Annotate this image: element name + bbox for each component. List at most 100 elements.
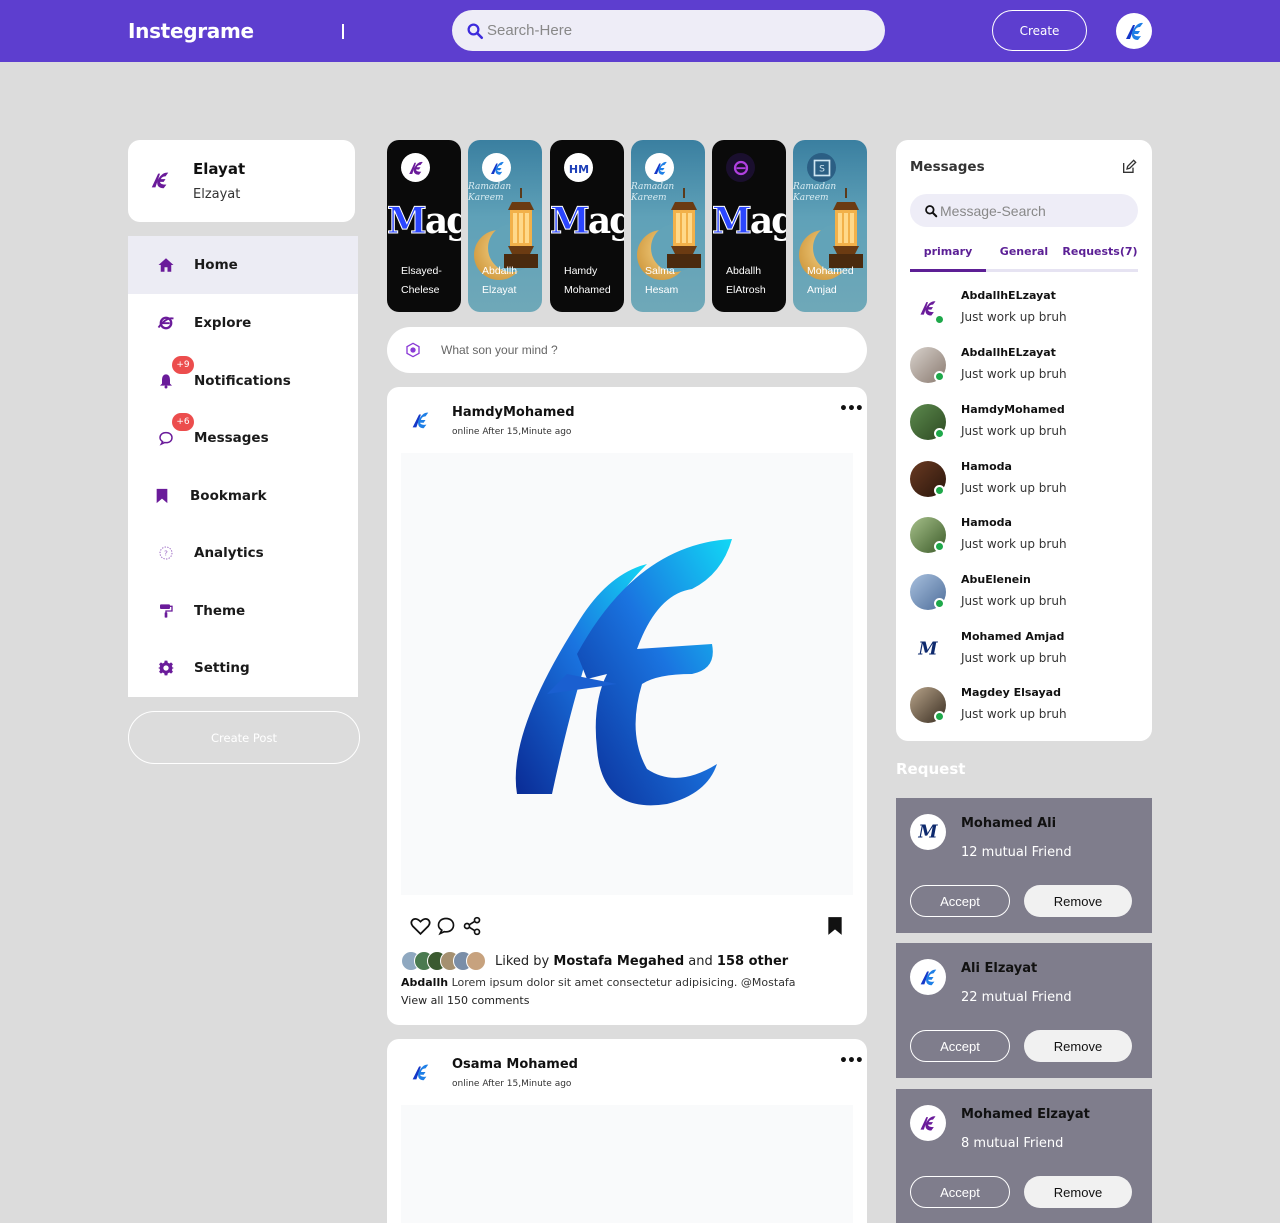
post-author-name[interactable]: HamdyMohamed — [452, 405, 575, 420]
svg-text:M: M — [917, 639, 938, 659]
sidebar-item-notifications[interactable]: Notifications +9 — [128, 352, 358, 410]
message-item[interactable]: Hamoda Just work up bruh — [910, 511, 1138, 561]
tab-requests[interactable]: Requests(7) — [1062, 240, 1138, 269]
create-post-button[interactable]: Create Post — [128, 711, 360, 764]
message-item[interactable]: Magdey Elsayad Just work up bruh — [910, 681, 1138, 731]
top-navbar: Instegrame Create — [0, 0, 1280, 62]
remove-button[interactable]: Remove — [1024, 1176, 1132, 1208]
post-author-avatar[interactable] — [405, 1057, 435, 1087]
friend-request-card: Mohamed Elzayat 8 mutual Friend Accept R… — [896, 1089, 1152, 1223]
friend-request-card: Ali Elzayat 22 mutual Friend Accept Remo… — [896, 943, 1152, 1078]
message-sender: Hamoda — [961, 516, 1012, 529]
profile-handle: Elzayat — [193, 187, 241, 202]
view-comments-link[interactable]: View all 150 comments — [401, 994, 529, 1007]
story-card[interactable]: S Ramadan Kareem Mohamed Amjad — [793, 140, 867, 312]
sidebar-item-analytics[interactable]: ? Analytics — [128, 524, 358, 582]
sidebar-item-label: Bookmark — [190, 488, 267, 504]
ae-logo-icon — [653, 161, 667, 175]
sidebar-item-setting[interactable]: Setting — [128, 639, 358, 697]
online-indicator — [934, 428, 945, 439]
more-options-icon[interactable]: ••• — [839, 401, 864, 417]
story-magic-art: Magic — [550, 200, 624, 243]
post-image[interactable] — [401, 1105, 853, 1223]
search-input[interactable] — [487, 22, 867, 39]
sidebar-item-messages[interactable]: Messages +6 — [128, 409, 358, 467]
request-mutual: 12 mutual Friend — [961, 845, 1072, 860]
story-card[interactable]: Ramadan Kareem Abdallh Elzayat — [468, 140, 542, 312]
app-logo[interactable]: Instegrame — [128, 19, 254, 43]
bookmark-icon[interactable] — [827, 916, 843, 940]
liked-by-text: Liked by Mostafa Megahed and 158 other — [495, 953, 789, 969]
story-name: Elsayed- Chelese — [401, 265, 442, 296]
share-icon[interactable] — [461, 915, 483, 937]
svg-text:?: ? — [164, 549, 168, 558]
search-bar[interactable] — [452, 10, 885, 51]
story-avatar — [645, 153, 674, 182]
composer-input[interactable] — [441, 343, 821, 357]
remove-button[interactable]: Remove — [1024, 1030, 1132, 1062]
sidebar-item-bookmark[interactable]: Bookmark — [128, 467, 358, 525]
ae-logo-icon — [412, 1064, 429, 1081]
message-item[interactable]: AbdallhELzayat Just work up bruh — [910, 341, 1138, 391]
message-item[interactable]: M Mohamed Amjad Just work up bruh — [910, 625, 1138, 675]
post-author-avatar[interactable] — [405, 405, 435, 435]
message-item[interactable]: Hamoda Just work up bruh — [910, 455, 1138, 505]
ae-logo-icon — [151, 172, 169, 189]
message-search-bar[interactable] — [910, 194, 1138, 227]
lantern-image — [667, 188, 701, 268]
liked-by-row: Liked by Mostafa Megahed and 158 other — [401, 951, 788, 971]
accept-button[interactable]: Accept — [910, 1176, 1010, 1208]
request-title: Request — [896, 760, 966, 778]
ae-logo-icon — [920, 969, 937, 986]
messages-badge: +6 — [172, 413, 194, 431]
bell-icon — [156, 371, 176, 391]
message-sender: Mohamed Amjad — [961, 630, 1065, 643]
sidebar-item-explore[interactable]: Explore — [128, 294, 358, 352]
story-avatar — [482, 153, 511, 182]
story-card[interactable]: HM Magic HamdyMohamed — [550, 140, 624, 312]
message-item[interactable]: AbdallhELzayat Just work up bruh — [910, 284, 1138, 334]
message-search-input[interactable] — [940, 202, 1130, 219]
message-sender: Magdey Elsayad — [961, 686, 1061, 699]
accept-button[interactable]: Accept — [910, 885, 1010, 917]
tab-general[interactable]: General — [986, 240, 1062, 269]
story-name: Salma Hesam — [645, 265, 679, 296]
heart-icon[interactable] — [409, 915, 431, 937]
user-avatar[interactable] — [1116, 13, 1152, 49]
ae-logo-icon — [408, 161, 423, 175]
accept-button[interactable]: Accept — [910, 1030, 1010, 1062]
edit-icon[interactable] — [1121, 159, 1137, 179]
message-item[interactable]: AbuElenein Just work up bruh — [910, 568, 1138, 618]
ae-logo-icon — [490, 161, 504, 175]
search-icon — [925, 204, 938, 217]
story-avatar — [726, 153, 755, 182]
message-avatar: M — [910, 631, 946, 667]
create-button[interactable]: Create — [992, 10, 1087, 51]
sidebar-item-label: Home — [194, 257, 238, 273]
story-avatar — [401, 153, 430, 182]
post-time: online After 15,Minute ago — [452, 1079, 572, 1089]
online-indicator — [934, 371, 945, 382]
post-caption: Abdallh Lorem ipsum dolor sit amet conse… — [401, 976, 796, 989]
tab-primary[interactable]: primary — [910, 240, 986, 272]
comment-icon[interactable] — [435, 915, 457, 937]
message-sender: AbuElenein — [961, 573, 1031, 586]
story-card[interactable]: Magic Elsayed-Chelese — [387, 140, 461, 312]
sidebar-item-label: Setting — [194, 660, 250, 676]
message-sender: AbdallhELzayat — [961, 289, 1056, 302]
ae-logo-icon — [1126, 22, 1143, 40]
sidebar-item-home[interactable]: Home — [128, 236, 358, 294]
post-composer[interactable] — [387, 327, 867, 373]
online-indicator — [934, 598, 945, 609]
gear-icon — [156, 658, 176, 678]
request-name: Mohamed Ali — [961, 816, 1057, 831]
more-options-icon[interactable]: ••• — [839, 1053, 864, 1069]
remove-button[interactable]: Remove — [1024, 885, 1132, 917]
post-image[interactable] — [401, 453, 853, 895]
post-author-name[interactable]: Osama Mohamed — [452, 1057, 578, 1072]
story-card[interactable]: Ramadan Kareem Salma Hesam — [631, 140, 705, 312]
profile-card[interactable]: Elayat Elzayat — [128, 140, 355, 222]
sidebar-item-theme[interactable]: Theme — [128, 582, 358, 640]
message-item[interactable]: HamdyMohamed Just work up bruh — [910, 398, 1138, 448]
story-card[interactable]: Magic AbdallhElAtrosh — [712, 140, 786, 312]
